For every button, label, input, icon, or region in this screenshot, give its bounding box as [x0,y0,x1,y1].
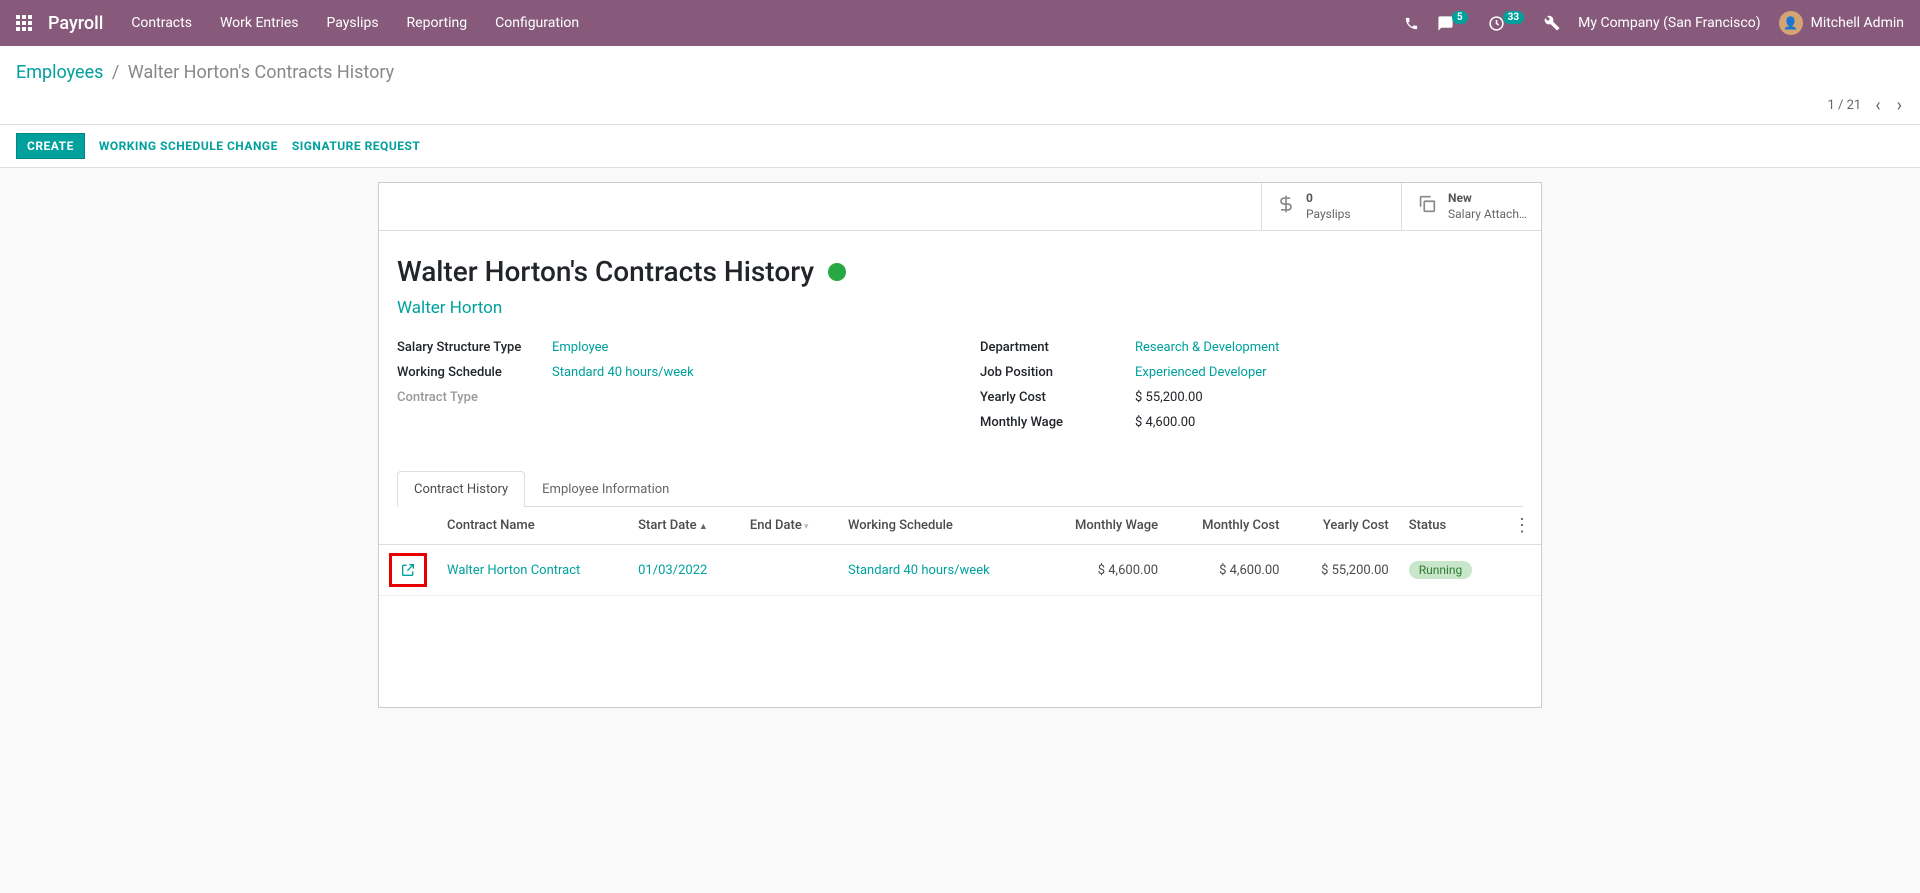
employee-link[interactable]: Walter Horton [397,298,1523,318]
pager-text: 1 / 21 [1827,98,1861,113]
contract-table: Contract Name Start Date End Date Workin… [379,507,1541,596]
cell-working-schedule[interactable]: Standard 40 hours/week [838,545,1040,596]
col-status[interactable]: Status [1399,507,1503,545]
col-start-date[interactable]: Start Date [628,507,740,545]
user-menu[interactable]: 👤 Mitchell Admin [1779,11,1904,35]
page-title: Walter Horton's Contracts History [397,255,814,288]
title-row: Walter Horton's Contracts History [397,255,1523,288]
lbl-working-schedule: Working Schedule [397,365,552,380]
tab-employee-information[interactable]: Employee Information [525,471,686,507]
nav-work-entries[interactable]: Work Entries [220,15,299,31]
action-bar: CREATE WORKING SCHEDULE CHANGE SIGNATURE… [0,124,1920,168]
stat-payslips-count: 0 [1306,191,1351,207]
nav-contracts[interactable]: Contracts [131,15,192,31]
sheet-body: Walter Horton's Contracts History Walter… [379,231,1541,440]
val-working-schedule[interactable]: Standard 40 hours/week [552,365,694,380]
lbl-contract-type: Contract Type [397,390,552,405]
form-sheet: 0 Payslips New Salary Attach… Walter Hor… [378,182,1542,708]
cell-contract-name[interactable]: Walter Horton Contract [437,545,628,596]
phone-icon[interactable] [1404,16,1419,31]
pager-row: 1 / 21 ‹ › [0,91,1920,124]
fields: Salary Structure Type Employee Working S… [397,340,1523,440]
stat-bar: 0 Payslips New Salary Attach… [379,183,1541,231]
apps-icon[interactable] [16,15,32,31]
breadcrumb-root[interactable]: Employees [16,62,103,83]
col-open [379,507,437,545]
val-department[interactable]: Research & Development [1135,340,1279,355]
pager-next-icon[interactable]: › [1895,95,1904,116]
breadcrumb-current: Walter Horton's Contracts History [128,62,394,83]
cell-monthly-cost: $ 4,600.00 [1168,545,1289,596]
col-yearly-cost[interactable]: Yearly Cost [1289,507,1398,545]
val-monthly-wage: $ 4,600.00 [1135,415,1195,430]
create-button[interactable]: CREATE [16,133,85,159]
breadcrumb-row: Employees / Walter Horton's Contracts Hi… [0,46,1920,91]
activities-icon[interactable]: 33 [1488,15,1526,32]
app-name[interactable]: Payroll [48,13,103,34]
lbl-yearly-cost: Yearly Cost [980,390,1135,405]
status-badge: Running [1409,561,1473,579]
cell-yearly-cost: $ 55,200.00 [1289,545,1398,596]
lbl-department: Department [980,340,1135,355]
signature-request-button[interactable]: SIGNATURE REQUEST [292,139,420,153]
nav-menu: Contracts Work Entries Payslips Reportin… [131,15,1404,31]
col-monthly-cost[interactable]: Monthly Cost [1168,507,1289,545]
dollar-icon [1276,193,1296,221]
table-area: Contract Name Start Date End Date Workin… [379,507,1541,707]
copy-icon [1416,193,1438,221]
avatar: 👤 [1779,11,1803,35]
cell-start-date: 01/03/2022 [628,545,740,596]
cell-monthly-wage: $ 4,600.00 [1040,545,1168,596]
lbl-job-position: Job Position [980,365,1135,380]
stat-payslips[interactable]: 0 Payslips [1261,183,1401,230]
user-name: Mitchell Admin [1811,15,1904,31]
val-job-position[interactable]: Experienced Developer [1135,365,1267,380]
col-monthly-wage[interactable]: Monthly Wage [1040,507,1168,545]
company-selector[interactable]: My Company (San Francisco) [1578,15,1760,31]
col-contract-name[interactable]: Contract Name [437,507,628,545]
nav-right: 5 33 My Company (San Francisco) 👤 Mitche… [1404,11,1904,35]
nav-configuration[interactable]: Configuration [495,15,579,31]
stat-attach-label: Salary Attach… [1448,207,1527,223]
val-structure-type[interactable]: Employee [552,340,608,355]
pager-prev-icon[interactable]: ‹ [1873,95,1882,116]
stat-payslips-label: Payslips [1306,207,1351,223]
sheet-wrap: 0 Payslips New Salary Attach… Walter Hor… [0,168,1920,722]
tab-contract-history[interactable]: Contract History [397,471,525,507]
top-nav: Payroll Contracts Work Entries Payslips … [0,0,1920,46]
col-end-date[interactable]: End Date [740,507,838,545]
lbl-monthly-wage: Monthly Wage [980,415,1135,430]
breadcrumb-sep: / [112,62,119,83]
open-record-icon[interactable] [389,553,427,587]
val-yearly-cost: $ 55,200.00 [1135,390,1203,405]
col-working-schedule[interactable]: Working Schedule [838,507,1040,545]
messages-icon[interactable]: 5 [1437,15,1470,32]
debug-icon[interactable] [1544,15,1560,31]
nav-reporting[interactable]: Reporting [407,15,468,31]
stat-attach-new: New [1448,191,1527,207]
fields-right: Department Research & Development Job Po… [980,340,1523,440]
table-options-icon[interactable]: ⋮ [1513,515,1531,536]
table-row[interactable]: Walter Horton Contract 01/03/2022 Standa… [379,545,1541,596]
tabs: Contract History Employee Information [397,470,1523,507]
stat-salary-attach[interactable]: New Salary Attach… [1401,183,1541,230]
nav-payslips[interactable]: Payslips [327,15,379,31]
cell-end-date [740,545,838,596]
lbl-structure-type: Salary Structure Type [397,340,552,355]
messages-badge: 5 [1452,11,1468,24]
fields-left: Salary Structure Type Employee Working S… [397,340,940,440]
status-dot-icon [828,263,846,281]
breadcrumb: Employees / Walter Horton's Contracts Hi… [16,62,1904,83]
working-schedule-change-button[interactable]: WORKING SCHEDULE CHANGE [99,139,278,153]
activities-badge: 33 [1503,11,1524,24]
